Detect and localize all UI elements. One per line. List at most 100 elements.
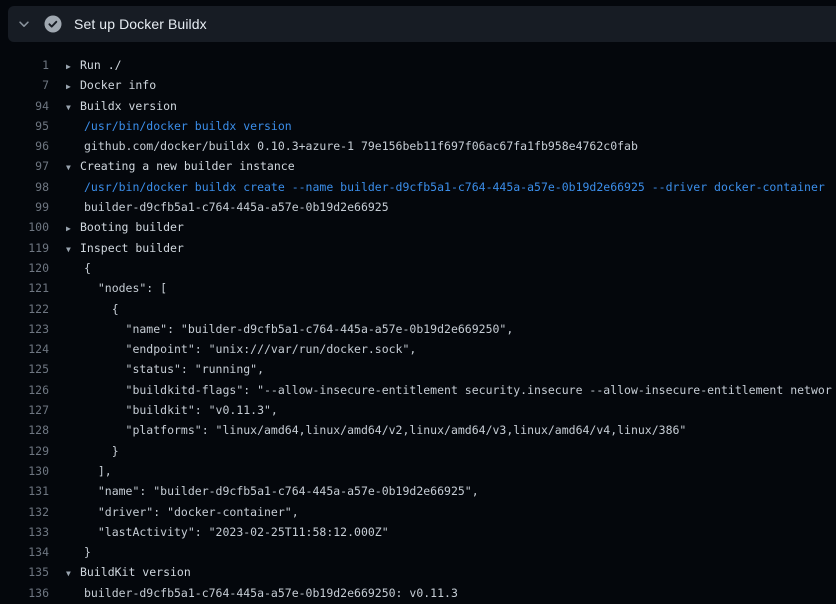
log-line: 136 builder-d9cfb5a1-c764-445a-a57e-0b19d… bbox=[0, 583, 836, 603]
group-header[interactable]: ▶Run ./ bbox=[66, 55, 122, 75]
log-line: 120 { bbox=[0, 258, 836, 278]
group-title[interactable]: Buildx version bbox=[80, 99, 177, 113]
log-line: 131 "name": "builder-d9cfb5a1-c764-445a-… bbox=[0, 481, 836, 501]
group-title[interactable]: Docker info bbox=[80, 78, 156, 92]
group-collapsed-icon[interactable]: ▶ bbox=[66, 57, 80, 75]
output-text: { bbox=[66, 258, 91, 278]
log-line: 119 ▼Inspect builder bbox=[0, 238, 836, 258]
output-text: "lastActivity": "2023-02-25T11:58:12.000… bbox=[66, 522, 389, 542]
line-number[interactable]: 121 bbox=[0, 278, 49, 298]
log-line: 134} bbox=[0, 542, 836, 562]
output-text: "platforms": "linux/amd64,linux/amd64/v2… bbox=[66, 420, 686, 440]
step-header-set-up-docker-buildx[interactable]: Set up Docker Buildx bbox=[8, 6, 836, 42]
line-number[interactable]: 126 bbox=[0, 380, 49, 400]
log-line: 1 ▶Run ./ bbox=[0, 55, 836, 75]
line-number[interactable]: 122 bbox=[0, 299, 49, 319]
group-expanded-icon[interactable]: ▼ bbox=[66, 240, 80, 258]
line-number[interactable]: 123 bbox=[0, 319, 49, 339]
log-line: 98/usr/bin/docker buildx create --name b… bbox=[0, 177, 836, 197]
line-number[interactable]: 134 bbox=[0, 542, 49, 562]
output-text: github.com/docker/buildx 0.10.3+azure-1 … bbox=[66, 136, 638, 156]
output-text: } bbox=[66, 542, 91, 562]
line-number[interactable]: 124 bbox=[0, 339, 49, 359]
line-number[interactable]: 120 bbox=[0, 258, 49, 278]
group-header[interactable]: ▼BuildKit version bbox=[66, 562, 191, 582]
group-title[interactable]: Booting builder bbox=[80, 220, 184, 234]
output-text: builder-d9cfb5a1-c764-445a-a57e-0b19d2e6… bbox=[66, 583, 458, 603]
group-header[interactable]: ▶Booting builder bbox=[66, 217, 184, 237]
log-line: 122 { bbox=[0, 299, 836, 319]
line-number[interactable]: 127 bbox=[0, 400, 49, 420]
output-text: "name": "builder-d9cfb5a1-c764-445a-a57e… bbox=[66, 319, 513, 339]
log-line: 125 "status": "running", bbox=[0, 359, 836, 379]
log-line: 99 builder-d9cfb5a1-c764-445a-a57e-0b19d2… bbox=[0, 197, 836, 217]
line-number[interactable]: 95 bbox=[0, 116, 49, 136]
check-circle-icon bbox=[44, 15, 62, 33]
group-collapsed-icon[interactable]: ▶ bbox=[66, 77, 80, 95]
line-number[interactable]: 99 bbox=[0, 197, 49, 217]
line-number[interactable]: 129 bbox=[0, 441, 49, 461]
group-expanded-icon[interactable]: ▼ bbox=[66, 98, 80, 116]
output-text: "nodes": [ bbox=[66, 278, 167, 298]
group-header[interactable]: ▼Inspect builder bbox=[66, 238, 184, 258]
group-title[interactable]: BuildKit version bbox=[80, 565, 191, 579]
line-number[interactable]: 136 bbox=[0, 583, 49, 603]
output-text: { bbox=[66, 299, 119, 319]
log-line: 124 "endpoint": "unix:///var/run/docker.… bbox=[0, 339, 836, 359]
line-number[interactable]: 94 bbox=[0, 96, 49, 116]
line-number[interactable]: 133 bbox=[0, 522, 49, 542]
log-line: 130 ], bbox=[0, 461, 836, 481]
log-lines: 1▶Run ./7▶Docker info94▼Buildx version95… bbox=[0, 42, 836, 604]
group-collapsed-icon[interactable]: ▶ bbox=[66, 219, 80, 237]
group-header[interactable]: ▼Buildx version bbox=[66, 96, 177, 116]
log-line: 132 "driver": "docker-container", bbox=[0, 502, 836, 522]
step-title: Set up Docker Buildx bbox=[74, 16, 207, 32]
output-text: "endpoint": "unix:///var/run/docker.sock… bbox=[66, 339, 416, 359]
line-number[interactable]: 119 bbox=[0, 238, 49, 258]
output-text: "buildkit": "v0.11.3", bbox=[66, 400, 278, 420]
log-line: 135 ▼BuildKit version bbox=[0, 562, 836, 582]
command-text: /usr/bin/docker buildx create --name bui… bbox=[66, 177, 825, 197]
log-line: 121 "nodes": [ bbox=[0, 278, 836, 298]
line-number[interactable]: 135 bbox=[0, 562, 49, 582]
log-line: 133 "lastActivity": "2023-02-25T11:58:12… bbox=[0, 522, 836, 542]
group-expanded-icon[interactable]: ▼ bbox=[66, 564, 80, 582]
line-number[interactable]: 96 bbox=[0, 136, 49, 156]
log-line: 97 ▼Creating a new builder instance bbox=[0, 156, 836, 176]
output-text: "driver": "docker-container", bbox=[66, 502, 299, 522]
chevron-down-icon bbox=[17, 17, 31, 31]
line-number[interactable]: 98 bbox=[0, 177, 49, 197]
log-line: 123 "name": "builder-d9cfb5a1-c764-445a-… bbox=[0, 319, 836, 339]
output-text: "name": "builder-d9cfb5a1-c764-445a-a57e… bbox=[66, 481, 479, 501]
log-line: 7 ▶Docker info bbox=[0, 75, 836, 95]
line-number[interactable]: 131 bbox=[0, 481, 49, 501]
line-number[interactable]: 125 bbox=[0, 359, 49, 379]
line-number[interactable]: 128 bbox=[0, 420, 49, 440]
group-title[interactable]: Inspect builder bbox=[80, 241, 184, 255]
output-text: builder-d9cfb5a1-c764-445a-a57e-0b19d2e6… bbox=[66, 197, 389, 217]
group-header[interactable]: ▼Creating a new builder instance bbox=[66, 156, 295, 176]
group-header[interactable]: ▶Docker info bbox=[66, 75, 156, 95]
log-line: 94 ▼Buildx version bbox=[0, 96, 836, 116]
command-text: /usr/bin/docker buildx version bbox=[66, 116, 292, 136]
output-text: "buildkitd-flags": "--allow-insecure-ent… bbox=[66, 380, 832, 400]
line-number[interactable]: 7 bbox=[0, 75, 49, 95]
group-title[interactable]: Creating a new builder instance bbox=[80, 159, 295, 173]
line-number[interactable]: 132 bbox=[0, 502, 49, 522]
output-text: ], bbox=[66, 461, 112, 481]
output-text: "status": "running", bbox=[66, 359, 264, 379]
line-number[interactable]: 130 bbox=[0, 461, 49, 481]
log-line: 127 "buildkit": "v0.11.3", bbox=[0, 400, 836, 420]
group-expanded-icon[interactable]: ▼ bbox=[66, 158, 80, 176]
line-number[interactable]: 100 bbox=[0, 217, 49, 237]
line-number[interactable]: 97 bbox=[0, 156, 49, 176]
output-text: } bbox=[66, 441, 119, 461]
log-line: 128 "platforms": "linux/amd64,linux/amd6… bbox=[0, 420, 836, 440]
line-number[interactable]: 1 bbox=[0, 55, 49, 75]
log-line: 129 } bbox=[0, 441, 836, 461]
log-line: 96 github.com/docker/buildx 0.10.3+azure-… bbox=[0, 136, 836, 156]
log-line: 100 ▶Booting builder bbox=[0, 217, 836, 237]
log-line: 95/usr/bin/docker buildx version bbox=[0, 116, 836, 136]
log-line: 126 "buildkitd-flags": "--allow-insecure… bbox=[0, 380, 836, 400]
group-title[interactable]: Run ./ bbox=[80, 58, 122, 72]
